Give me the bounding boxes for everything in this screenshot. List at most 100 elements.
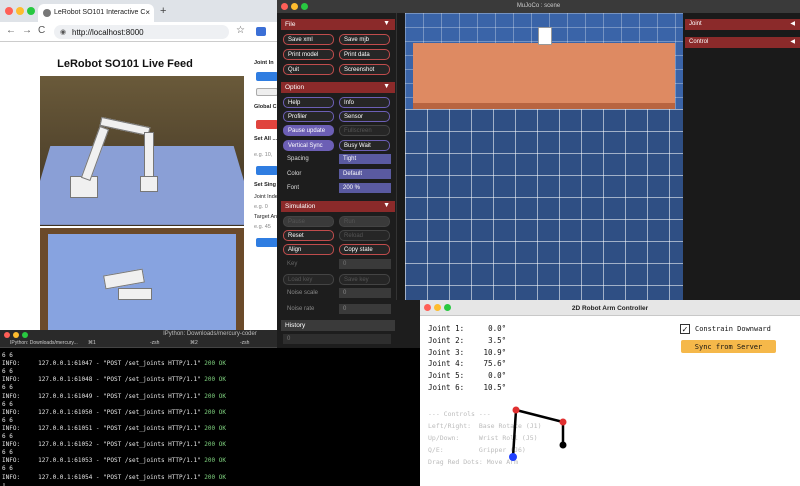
terminal-tab-1[interactable]: IPython: Downloads/mercury...: [10, 340, 78, 348]
save-mjb-button[interactable]: Save mjb: [339, 34, 390, 45]
fullscreen-button[interactable]: Fullscreen: [339, 125, 390, 136]
joint-index-input[interactable]: e.g. 0: [254, 204, 268, 210]
control-section-header[interactable]: Control ◀: [685, 37, 800, 48]
page-title: LeRobot SO101 Live Feed: [57, 58, 193, 70]
reset-button[interactable]: Reset: [283, 230, 334, 241]
target-angle-input[interactable]: e.g. 45: [254, 224, 271, 230]
font-select[interactable]: 200 %: [339, 183, 391, 193]
option-section-header[interactable]: Option ▼: [281, 82, 395, 93]
terminal-tab-2-shortcut: ⌘2: [190, 340, 198, 346]
run-button[interactable]: Run: [339, 216, 390, 227]
reload-button[interactable]: Reload: [339, 230, 390, 241]
joint-label: Joint 3:: [428, 347, 465, 357]
info-button[interactable]: Info: [339, 97, 390, 108]
joint-label: Joint 6:: [428, 383, 465, 392]
pause-button[interactable]: Pause: [283, 216, 334, 227]
save-xml-button[interactable]: Save xml: [283, 34, 334, 45]
draggable-joint-dot[interactable]: [559, 418, 567, 426]
forward-arrow-icon[interactable]: →: [22, 25, 32, 36]
reload-icon[interactable]: C: [38, 25, 45, 36]
key-slider[interactable]: 0: [339, 259, 391, 269]
terminal-line-text: 6 6: [2, 400, 13, 408]
load-key-button[interactable]: Load key: [283, 274, 334, 285]
set-all-input[interactable]: e.g. 10,: [254, 152, 272, 158]
new-tab-button[interactable]: +: [160, 5, 166, 17]
extension-icon[interactable]: [256, 27, 266, 36]
terminal-line: INFO: 127.0.0.1:61052 - "POST /set_joint…: [2, 441, 226, 448]
arm-close-dot[interactable]: [424, 304, 431, 311]
save-key-button[interactable]: Save key: [339, 274, 390, 285]
file-section-header[interactable]: File ▼: [281, 19, 395, 30]
mujoco-zoom-dot[interactable]: [301, 3, 308, 10]
window-minimize-dot[interactable]: [16, 7, 24, 15]
noise-rate-slider[interactable]: 0: [339, 304, 391, 314]
vertical-sync-button[interactable]: Vertical Sync: [283, 140, 334, 151]
window-close-dot[interactable]: [5, 7, 13, 15]
joint-readout: Joint 6: 10.5°: [428, 383, 506, 392]
tab-close-icon[interactable]: ×: [145, 8, 150, 17]
joint-section-header[interactable]: Joint ◀: [685, 19, 800, 30]
mujoco-window: MuJoCo : scene File ▼ Save xml Save mjb …: [277, 0, 800, 300]
set-single-button[interactable]: [256, 238, 278, 247]
copy-state-button[interactable]: Copy state: [339, 244, 390, 255]
busy-wait-button[interactable]: Busy Wait: [339, 140, 390, 151]
mujoco-3d-viewport[interactable]: [405, 13, 683, 300]
url-field[interactable]: ◉ http://localhost:8000: [54, 25, 229, 39]
print-model-button[interactable]: Print model: [283, 49, 334, 60]
bookmark-star-icon[interactable]: ☆: [236, 25, 245, 36]
print-data-button[interactable]: Print data: [339, 49, 390, 60]
quit-button[interactable]: Quit: [283, 64, 334, 75]
robot-gripper: [140, 176, 158, 192]
terminal-status-text: 200 OK: [204, 392, 226, 400]
constrain-checkbox[interactable]: ✓: [680, 324, 690, 334]
terminal-status-text: 200 OK: [204, 376, 226, 384]
pause-update-button[interactable]: Pause update: [283, 125, 334, 136]
help-button[interactable]: Help: [283, 97, 334, 108]
blue-action-button[interactable]: [256, 72, 278, 81]
joint-input-heading: Joint In: [254, 60, 274, 66]
window-zoom-dot[interactable]: [27, 7, 35, 15]
sync-from-server-button[interactable]: Sync from Server: [681, 340, 776, 353]
set-all-button[interactable]: [256, 166, 278, 175]
terminal-line-text: 6 6: [2, 352, 13, 359]
spacing-select[interactable]: Tight: [339, 154, 391, 164]
terminal-line: INFO: 127.0.0.1:61047 - "POST /set_joint…: [2, 360, 226, 367]
mujoco-minimize-dot[interactable]: [291, 3, 298, 10]
site-info-icon[interactable]: ◉: [60, 28, 66, 36]
url-text: http://localhost:8000: [72, 28, 144, 37]
spacing-label: Spacing: [287, 156, 309, 162]
mujoco-close-dot[interactable]: [281, 3, 288, 10]
end-effector-dot: [559, 441, 567, 449]
history-slider[interactable]: 0: [283, 334, 391, 344]
terminal-tab-2[interactable]: -zsh: [150, 340, 159, 348]
terminal-line-text: 6 6: [2, 449, 13, 457]
arm-link-1: [515, 408, 564, 424]
red-action-button[interactable]: [256, 120, 278, 129]
color-select[interactable]: Default: [339, 169, 391, 179]
terminal-line-text: INFO: 127.0.0.1:61047 - "POST /set_joint…: [2, 360, 205, 368]
arm-zoom-dot[interactable]: [444, 304, 451, 311]
browser-tab[interactable]: LeRobot SO101 Interactive C ×: [38, 4, 154, 22]
expand-icon: ◀: [790, 21, 795, 27]
screenshot-button[interactable]: Screenshot: [339, 64, 390, 75]
small-button[interactable]: [256, 88, 278, 96]
terminal-tab-3[interactable]: -zsh: [240, 340, 249, 348]
terminal-line-text: INFO: 127.0.0.1:61051 - "POST /set_joint…: [2, 424, 205, 432]
profiler-button[interactable]: Profiler: [283, 111, 334, 122]
joint-label: Joint 4:: [428, 359, 465, 369]
draggable-joint-dot[interactable]: [512, 406, 520, 414]
set-single-heading: Set Sing: [254, 182, 277, 188]
history-section-header[interactable]: History: [281, 320, 395, 331]
terminal-line: 6 6: [2, 449, 13, 456]
joint-value: 3.5°: [488, 335, 507, 345]
align-button[interactable]: Align: [283, 244, 334, 255]
joint-readout: Joint 1: 0.0°: [428, 324, 506, 333]
sensor-button[interactable]: Sensor: [339, 111, 390, 122]
control-hint: Drag Red Dots: Move Arm: [428, 458, 519, 466]
arm-minimize-dot[interactable]: [434, 304, 441, 311]
mujoco-right-panel: Joint ◀ Control ◀: [685, 13, 800, 300]
back-arrow-icon[interactable]: ←: [6, 25, 16, 36]
table-surface: [413, 43, 675, 109]
noise-scale-slider[interactable]: 0: [339, 288, 391, 298]
simulation-section-header[interactable]: Simulation ▼: [281, 201, 395, 212]
